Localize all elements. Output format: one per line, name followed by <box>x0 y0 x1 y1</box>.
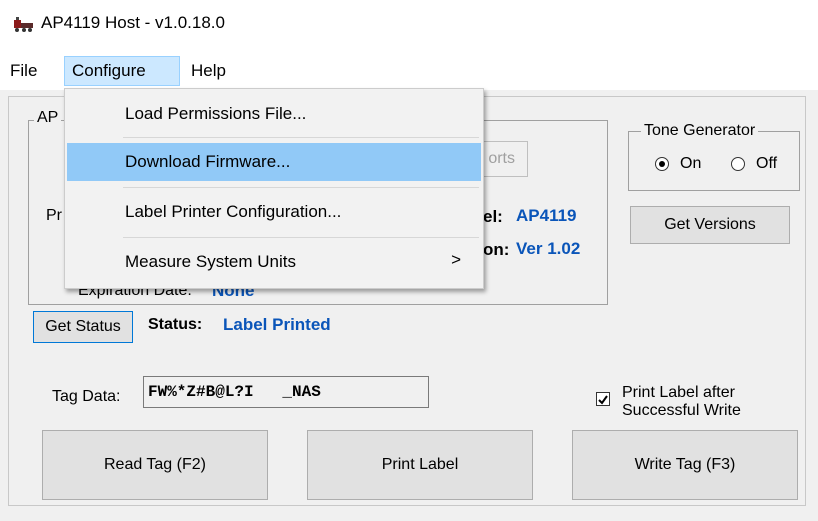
write-tag-button[interactable]: Write Tag (F3) <box>572 430 798 500</box>
ap-group-title: AP <box>34 109 62 127</box>
print-label-after-checkbox[interactable] <box>596 392 610 406</box>
get-versions-button[interactable]: Get Versions <box>630 206 790 244</box>
train-icon <box>14 17 33 32</box>
app-window: AP4119 Host - v1.0.18.0 File Configure H… <box>0 0 818 521</box>
status-label: Status: <box>148 316 203 333</box>
tone-on-radio[interactable] <box>655 157 669 171</box>
printer-label: Pr <box>46 207 62 224</box>
window-title: AP4119 Host - v1.0.18.0 <box>41 13 225 32</box>
print-label-button[interactable]: Print Label <box>307 430 533 500</box>
menu-label-printer-config[interactable]: Label Printer Configuration... <box>67 193 481 231</box>
menu-download-firmware-label: Download Firmware... <box>125 152 291 171</box>
menu-separator <box>123 187 479 188</box>
tone-on-label: On <box>680 155 702 172</box>
print-label-after-line1: Print Label after <box>622 384 735 401</box>
version-value: Ver 1.02 <box>516 239 581 258</box>
menu-load-permissions[interactable]: Load Permissions File... <box>67 95 481 133</box>
menu-measure-system-units-label: Measure System Units <box>125 252 296 271</box>
status-value: Label Printed <box>223 315 331 334</box>
checkmark-icon <box>598 395 608 405</box>
tag-data-label: Tag Data: <box>52 388 121 405</box>
menu-bar: File Configure Help <box>0 52 818 90</box>
menu-help[interactable]: Help <box>184 56 233 86</box>
model-label: el: <box>483 207 503 226</box>
menu-configure[interactable]: Configure <box>64 56 180 86</box>
print-label-after-text: Print Label after Successful Write <box>622 384 741 420</box>
tone-off-label: Off <box>756 155 778 172</box>
print-label-after-line2: Successful Write <box>622 402 741 419</box>
menu-file[interactable]: File <box>3 56 44 86</box>
menu-separator <box>123 137 479 138</box>
tag-data-field[interactable]: FW%*Z#B@L?I _NAS <box>143 376 429 408</box>
get-status-button[interactable]: Get Status <box>33 311 133 343</box>
menu-measure-system-units[interactable]: Measure System Units > <box>67 243 481 281</box>
version-label: on: <box>483 240 510 259</box>
menu-download-firmware[interactable]: Download Firmware... <box>67 143 481 181</box>
read-tag-button[interactable]: Read Tag (F2) <box>42 430 268 500</box>
menu-load-permissions-label: Load Permissions File... <box>125 104 307 123</box>
menu-label-printer-config-label: Label Printer Configuration... <box>125 202 342 221</box>
tone-off-radio[interactable] <box>731 157 745 171</box>
chevron-right-icon: > <box>451 250 461 269</box>
model-value: AP4119 <box>516 206 577 225</box>
tone-generator-title: Tone Generator <box>641 122 759 140</box>
configure-dropdown: Load Permissions File... Download Firmwa… <box>64 88 484 289</box>
title-bar: AP4119 Host - v1.0.18.0 <box>0 0 818 52</box>
menu-separator <box>123 237 479 238</box>
